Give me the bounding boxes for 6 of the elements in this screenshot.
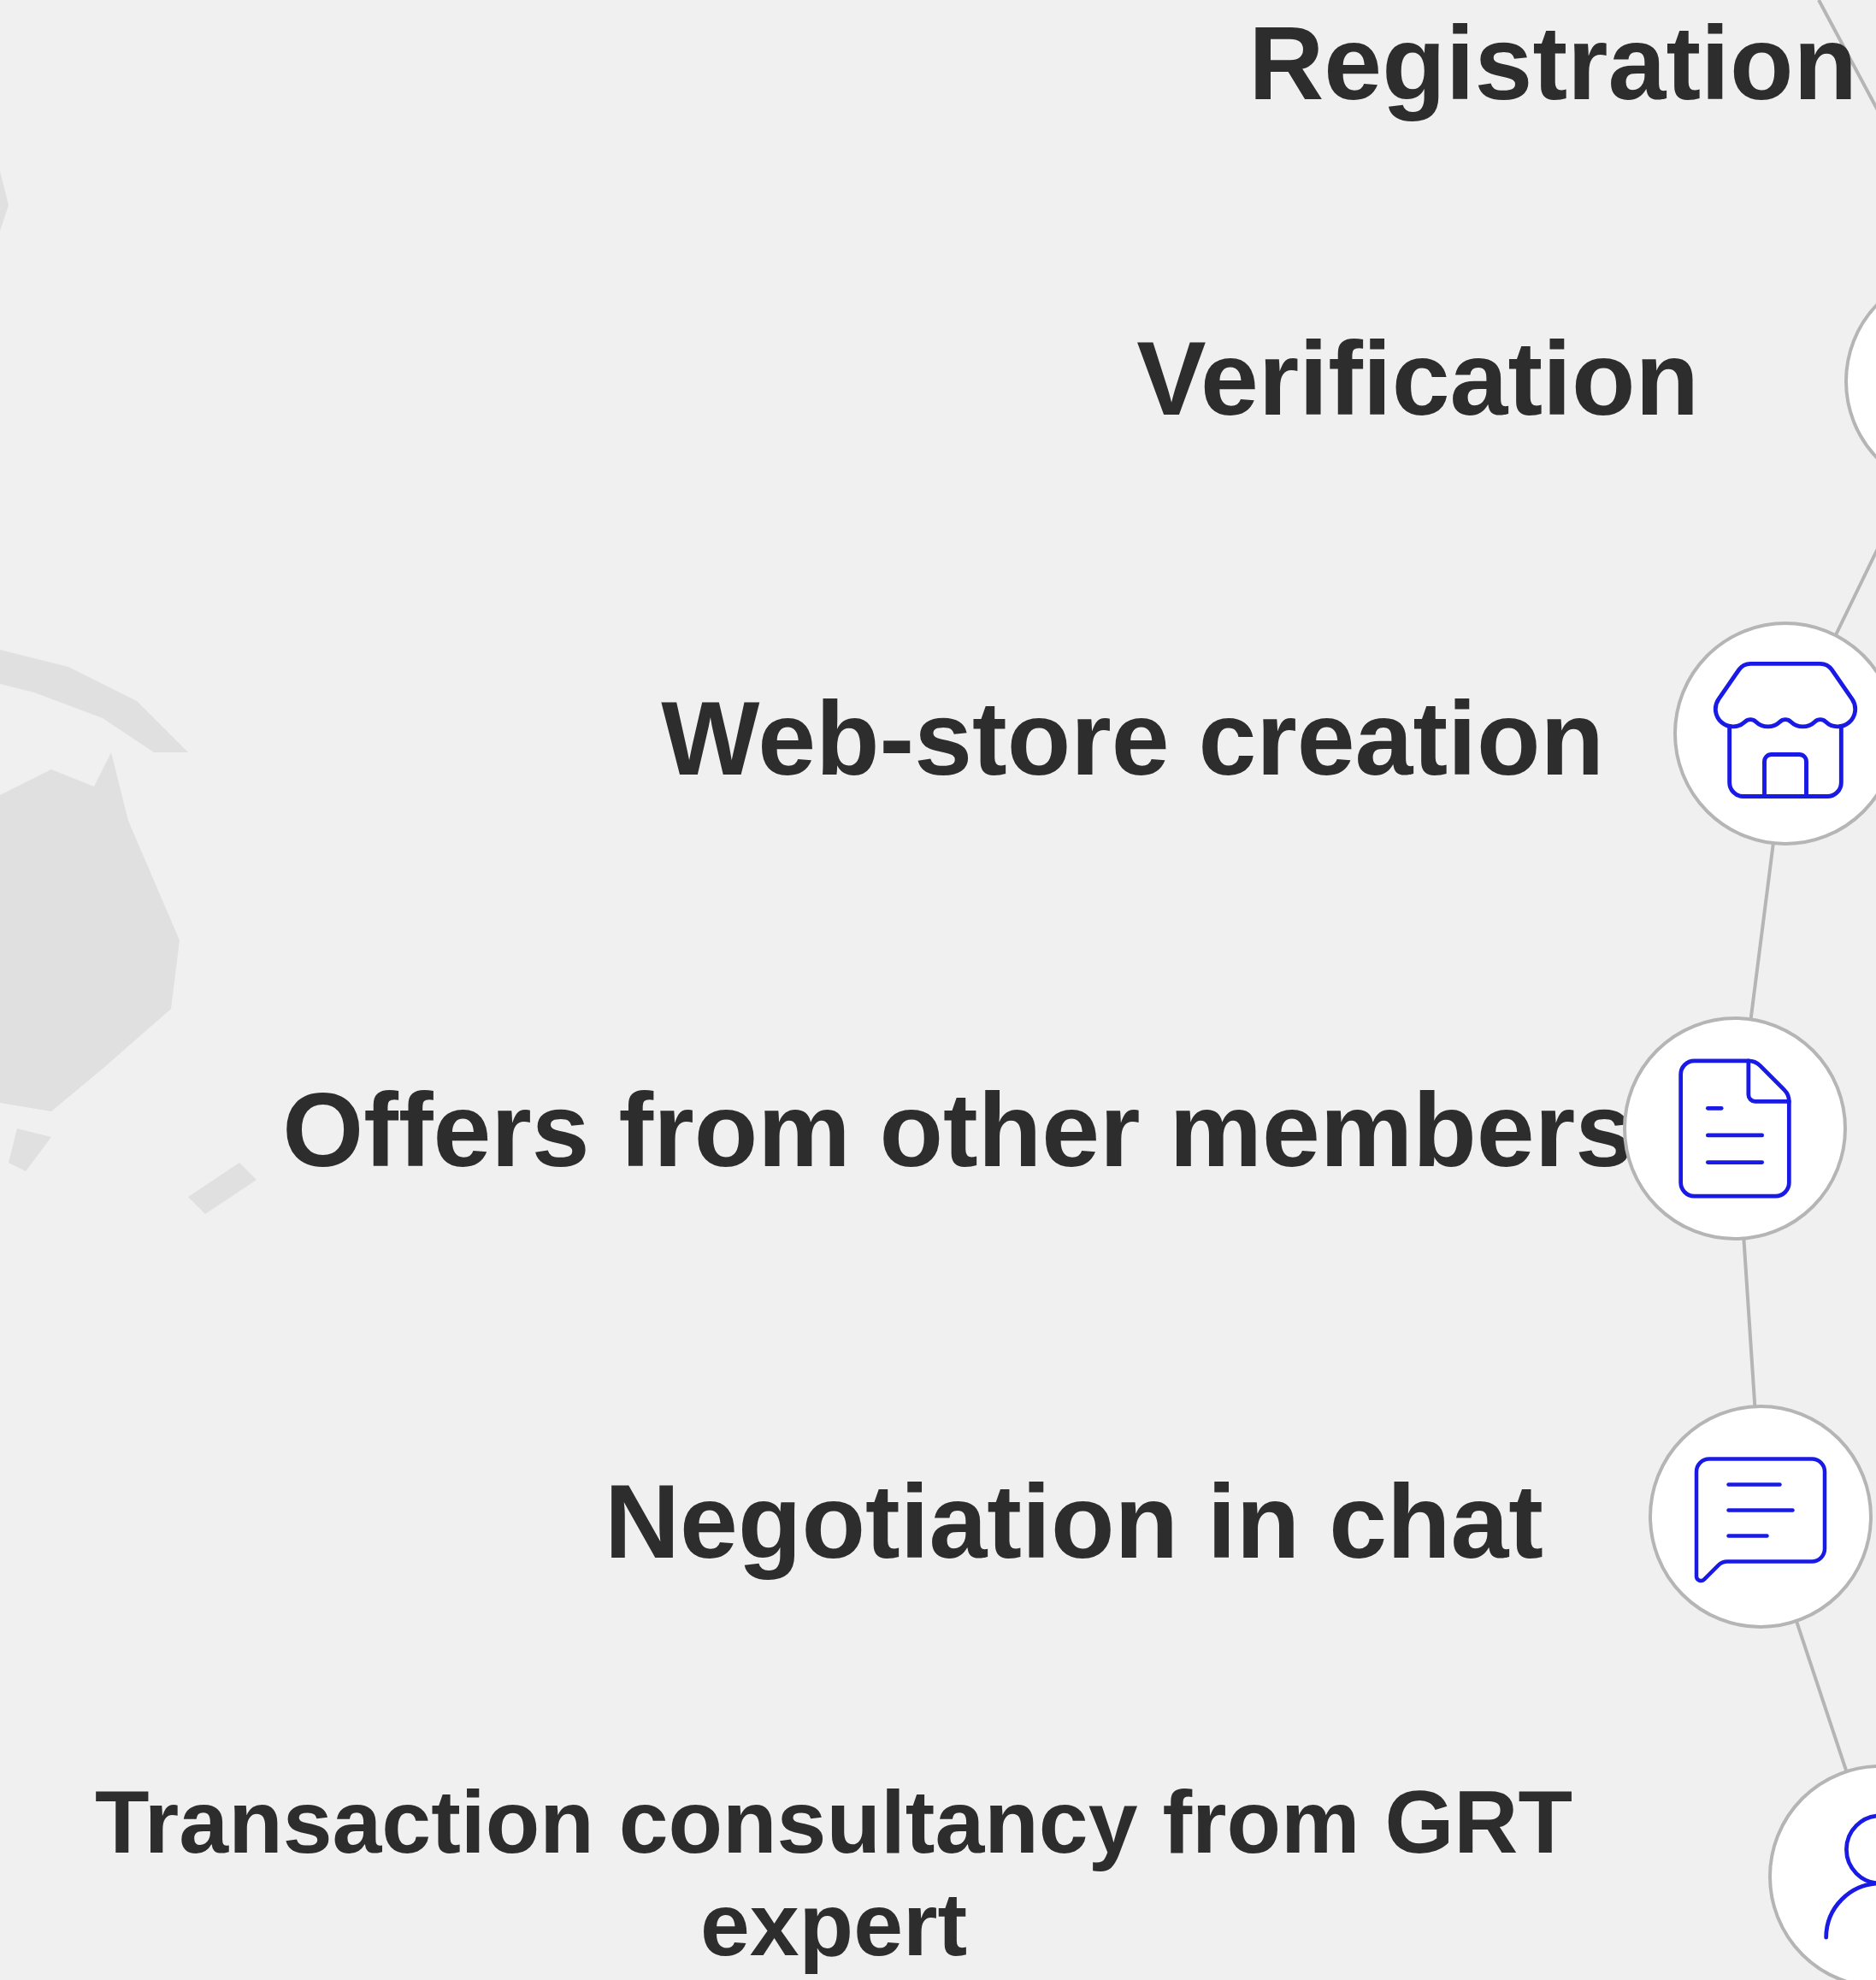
step-label: Registration <box>1248 4 1857 123</box>
step-label: Web-store creation <box>661 680 1604 798</box>
step-label: Negotiation in chat <box>605 1463 1543 1582</box>
step-label: Offers from other members <box>282 1071 1633 1190</box>
step-label: Transaction consultancy from GRT expert <box>94 1771 1573 1976</box>
step-label: Verification <box>1136 320 1699 439</box>
